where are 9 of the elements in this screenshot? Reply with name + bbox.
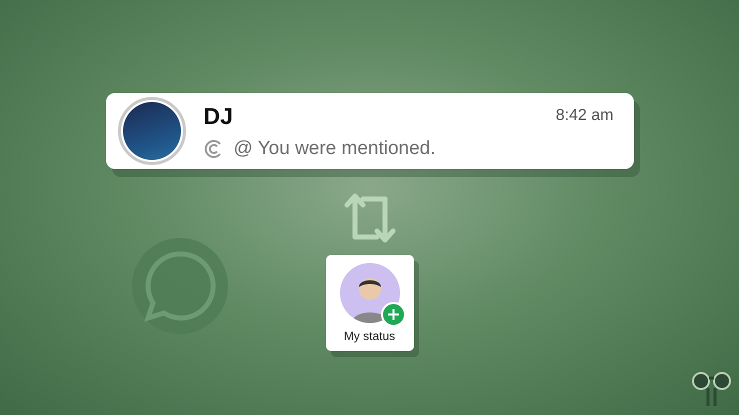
notification-card[interactable]: DJ 8:42 am @ You were mentioned. [106,93,634,169]
chat-logo-icon [130,236,230,336]
sender-name: DJ [204,102,233,130]
notification-message: @ You were mentioned. [234,138,436,160]
status-label: My status [344,329,396,343]
sync-icon [204,138,224,158]
add-icon[interactable] [380,302,406,327]
timestamp: 8:42 am [556,107,614,125]
status-card[interactable]: My status [326,255,414,351]
